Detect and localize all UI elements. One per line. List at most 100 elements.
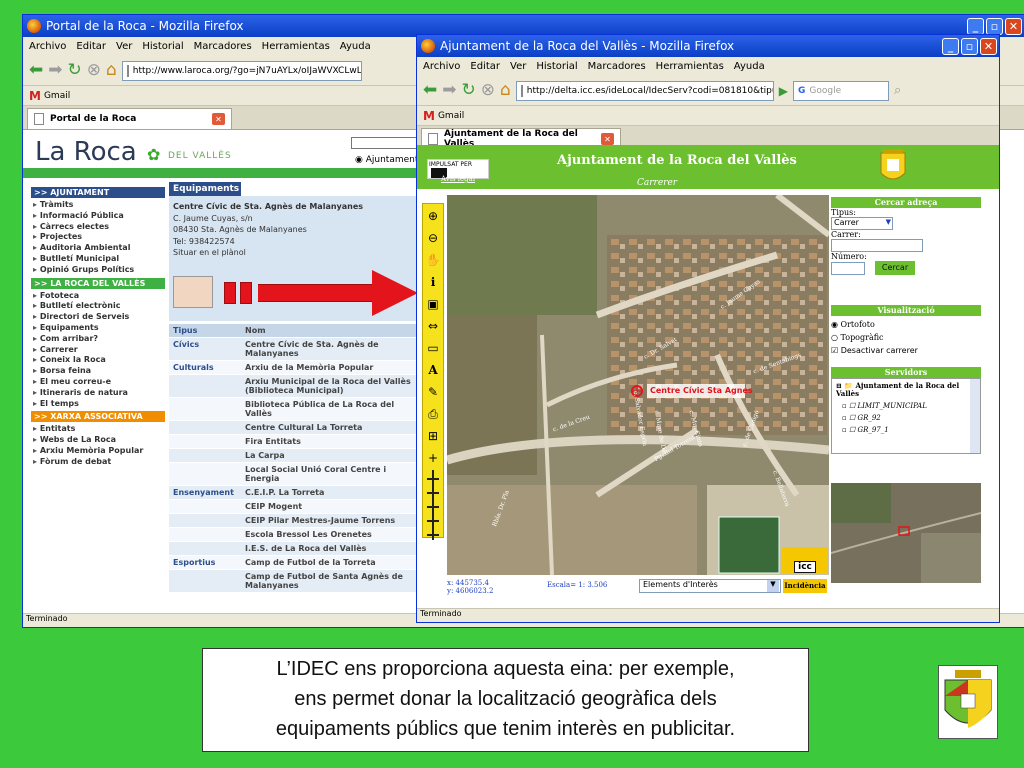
pan-hand-icon[interactable]: ✋ xyxy=(424,250,442,270)
menu-ver[interactable]: Ver xyxy=(116,41,132,52)
reload-icon[interactable]: ↻ xyxy=(462,82,476,99)
table-row[interactable]: I.E.S. de La Roca del Vallès xyxy=(169,541,423,556)
bookmark-gmail[interactable]: Gmail xyxy=(44,91,70,101)
sidebar-item[interactable]: Butlletí Municipal xyxy=(31,254,165,265)
row-nom[interactable]: Biblioteca Pública de La Roca del Vallès xyxy=(241,397,423,421)
tab-close-icon[interactable]: ✕ xyxy=(601,133,614,145)
avis-legal-link[interactable]: Avís legal xyxy=(441,175,475,183)
scale-icon[interactable]: ⊞ xyxy=(424,426,442,446)
zoom-out-icon[interactable]: ⊖ xyxy=(424,228,442,248)
mini-map-image[interactable] xyxy=(173,276,213,308)
stop-icon[interactable]: ⊗ xyxy=(87,62,101,79)
laroca-logo[interactable]: La Roca xyxy=(35,137,137,167)
zoom-slider-plus-icon[interactable]: + xyxy=(424,448,442,468)
sidebar-item[interactable]: Butlletí electrònic xyxy=(31,301,165,312)
menu-archivo[interactable]: Archivo xyxy=(29,41,66,52)
tab-close-icon[interactable]: ✕ xyxy=(212,113,225,125)
sidebar-item[interactable]: El temps xyxy=(31,399,165,410)
menu-marcadores[interactable]: Marcadores xyxy=(194,41,252,52)
text-icon[interactable]: A xyxy=(424,360,442,380)
back-arrow-icon[interactable]: ⬅ xyxy=(29,62,43,79)
row-nom[interactable]: C.E.I.P. La Torreta xyxy=(241,485,423,500)
info-icon[interactable]: ℹ xyxy=(424,272,442,292)
tree-item[interactable]: ▫ ☐ GR_97_1 xyxy=(832,422,980,434)
tree-scrollbar[interactable] xyxy=(970,379,980,453)
go-icon[interactable]: ▶ xyxy=(779,85,788,97)
sidebar-item[interactable]: Càrrecs electes xyxy=(31,222,165,233)
back-tab[interactable]: Portal de la Roca ✕ xyxy=(27,108,232,129)
sidebar-item[interactable]: Carrerer xyxy=(31,345,165,356)
cercar-button[interactable]: Cercar xyxy=(875,261,915,275)
table-row[interactable]: Fira Entitats xyxy=(169,434,423,449)
row-nom[interactable]: Arxiu Municipal de la Roca del Vallès (B… xyxy=(241,374,423,398)
menu-historial[interactable]: Historial xyxy=(142,41,183,52)
row-nom[interactable]: Camp de Futbol de Santa Agnès de Malanya… xyxy=(241,569,423,593)
sidebar-item[interactable]: Opinió Grups Polítics xyxy=(31,265,165,276)
sidebar-item[interactable]: Itineraris de natura xyxy=(31,388,165,399)
section-la-roca[interactable]: >> LA ROCA DEL VALLÈS xyxy=(31,277,165,289)
laroca-search-input[interactable] xyxy=(351,137,421,149)
minimize-button[interactable]: _ xyxy=(967,17,984,35)
maximize-button[interactable]: ▫ xyxy=(986,17,1003,35)
sidebar-item[interactable]: Webs de La Roca xyxy=(31,435,165,446)
home-icon[interactable]: ⌂ xyxy=(106,62,117,79)
bookmark-gmail[interactable]: Gmail xyxy=(438,111,464,121)
table-row[interactable]: Escola Bressol Les Orenetes xyxy=(169,527,423,542)
table-row[interactable]: Culturals Arxiu de la Memòria Popular xyxy=(169,360,423,375)
tree-item[interactable]: ▫ ☐ GR_92 xyxy=(832,410,980,422)
sidebar-item[interactable]: Equipaments xyxy=(31,323,165,334)
sidebar-item[interactable]: Borsa feina xyxy=(31,366,165,377)
table-row[interactable]: La Carpa xyxy=(169,448,423,463)
front-window-titlebar[interactable]: Ajuntament de la Roca del Vallès - Mozil… xyxy=(417,35,999,57)
servidors-tree[interactable]: ⊟ 📁 Ajuntament de la Roca del Vallès ▫ ☐… xyxy=(831,378,981,454)
carrer-input[interactable] xyxy=(831,239,923,252)
sidebar-item[interactable]: Com arribar? xyxy=(31,334,165,345)
row-nom[interactable]: Fira Entitats xyxy=(241,434,423,449)
table-row[interactable]: Local Social Unió Coral Centre i Energia xyxy=(169,462,423,486)
table-row[interactable]: Ensenyament C.E.I.P. La Torreta xyxy=(169,485,423,500)
sidebar-item[interactable]: Directori de Serveis xyxy=(31,312,165,323)
radio-topografic[interactable]: ○ Topogràfic xyxy=(831,333,981,342)
sidebar-item[interactable]: Projectes xyxy=(31,232,165,243)
close-button[interactable]: ✕ xyxy=(1005,17,1022,35)
menu-marcadores[interactable]: Marcadores xyxy=(588,61,646,72)
sidebar-item[interactable]: Tràmits xyxy=(31,200,165,211)
close-button[interactable]: ✕ xyxy=(980,37,997,55)
map-marker-label[interactable]: Centre Cívic Sta Agnes xyxy=(650,386,753,395)
sidebar-item[interactable]: Auditoria Ambiental xyxy=(31,243,165,254)
front-url-bar[interactable]: http://delta.icc.es/ideLocal/IdecServ?co… xyxy=(515,80,774,101)
menu-herramientas[interactable]: Herramientas xyxy=(262,41,330,52)
back-arrow-icon[interactable]: ⬅ xyxy=(423,82,437,99)
sidebar-item[interactable]: Fototeca xyxy=(31,291,165,302)
row-nom[interactable]: Arxiu de la Memòria Popular xyxy=(241,360,423,375)
section-ajuntament[interactable]: >> AJUNTAMENT xyxy=(31,187,165,198)
pencil-icon[interactable]: ✎ xyxy=(424,382,442,402)
sidebar-item[interactable]: Entitats xyxy=(31,424,165,435)
table-row[interactable]: Centre Cultural La Torreta xyxy=(169,420,423,435)
table-row[interactable]: Biblioteca Pública de La Roca del Vallès xyxy=(169,397,423,421)
search-icon[interactable]: ⌕ xyxy=(894,84,901,97)
forward-arrow-icon[interactable]: ➡ xyxy=(48,62,62,79)
sidebar-item[interactable]: Informació Pública xyxy=(31,211,165,222)
aerial-map[interactable]: Centre Cívic Sta Agnes c. Jaume Cuyas c.… xyxy=(447,195,829,575)
table-row[interactable]: Camp de Futbol de Santa Agnès de Malanya… xyxy=(169,569,423,593)
section-xarxa[interactable]: >> XARXA ASSOCIATIVA xyxy=(31,411,165,423)
row-nom[interactable]: Centre Cultural La Torreta xyxy=(241,420,423,435)
checkbox-desactivar[interactable]: ☑ Desactivar carrerer xyxy=(831,346,981,355)
menu-historial[interactable]: Historial xyxy=(536,61,577,72)
ruler-icon[interactable]: ▭ xyxy=(424,338,442,358)
row-nom[interactable]: La Carpa xyxy=(241,448,423,463)
sidebar-item[interactable]: Coneix la Roca xyxy=(31,355,165,366)
row-nom[interactable]: Local Social Unió Coral Centre i Energia xyxy=(241,462,423,486)
menu-archivo[interactable]: Archivo xyxy=(423,61,460,72)
chevron-down-icon[interactable]: ▼ xyxy=(767,580,779,592)
home-icon[interactable]: ⌂ xyxy=(500,82,511,99)
row-nom[interactable]: CEIP Mogent xyxy=(241,499,423,514)
row-nom[interactable]: Camp de Futbol de la Torreta xyxy=(241,555,423,570)
tree-root[interactable]: ⊟ 📁 Ajuntament de la Roca del Vallès xyxy=(832,379,980,398)
menu-ver[interactable]: Ver xyxy=(510,61,526,72)
stop-icon[interactable]: ⊗ xyxy=(481,82,495,99)
menu-herramientas[interactable]: Herramientas xyxy=(656,61,724,72)
chevron-down-icon[interactable]: ▼ xyxy=(886,218,891,226)
table-row[interactable]: CEIP Pilar Mestres-Jaume Torrens xyxy=(169,513,423,528)
